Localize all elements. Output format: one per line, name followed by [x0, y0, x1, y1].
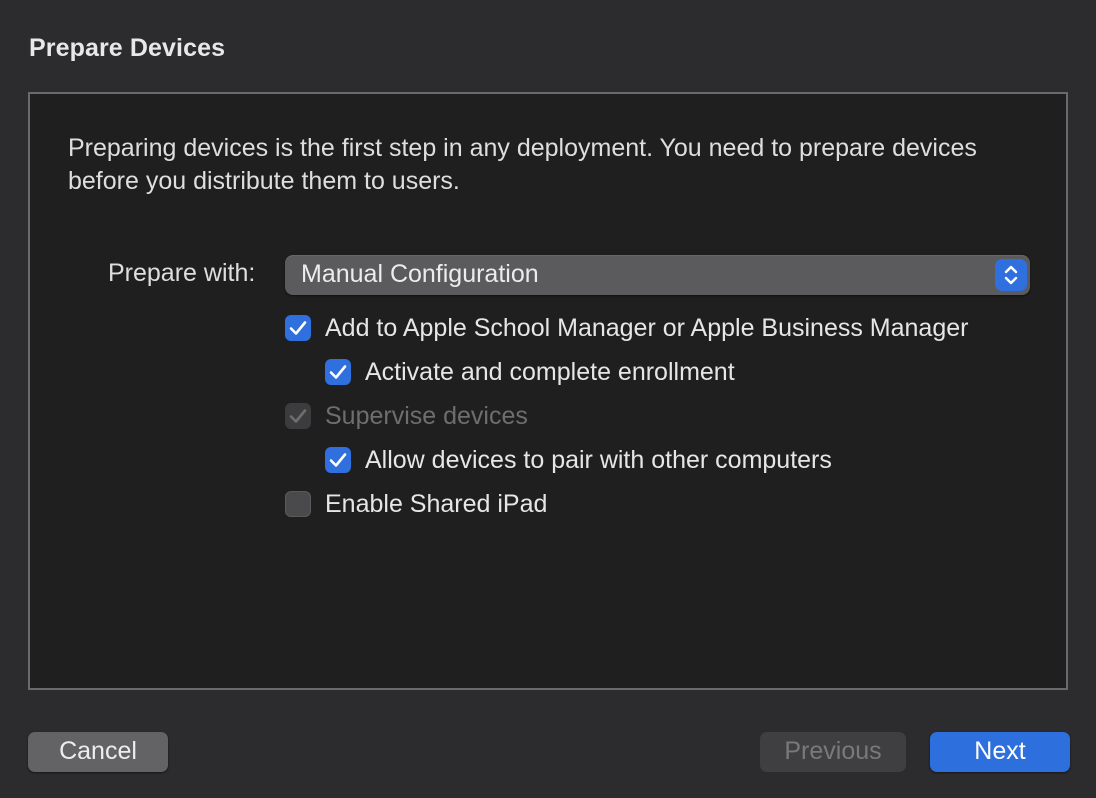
previous-button: Previous [760, 732, 906, 772]
allow-pair-label: Allow devices to pair with other compute… [365, 446, 832, 474]
checkmark-icon [289, 409, 307, 423]
shared-ipad-label: Enable Shared iPad [325, 490, 548, 518]
cancel-button[interactable]: Cancel [28, 732, 168, 772]
allow-pair-checkbox[interactable] [325, 447, 351, 473]
prepare-with-label: Prepare with: [108, 259, 256, 287]
next-button[interactable]: Next [930, 732, 1070, 772]
sheet-title: Prepare Devices [29, 34, 226, 62]
prepare-with-popup[interactable]: Manual Configuration [285, 255, 1030, 295]
add-to-manager-checkbox[interactable] [285, 315, 311, 341]
shared-ipad-checkbox[interactable] [285, 491, 311, 517]
content-panel: Preparing devices is the first step in a… [28, 92, 1068, 690]
supervise-devices-checkbox [285, 403, 311, 429]
activate-enrollment-checkbox[interactable] [325, 359, 351, 385]
supervise-devices-label: Supervise devices [325, 402, 528, 430]
checkmark-icon [289, 321, 307, 335]
activate-enrollment-label: Activate and complete enrollment [365, 358, 735, 386]
prepare-with-value: Manual Configuration [301, 260, 539, 288]
chevron-up-down-icon [995, 259, 1027, 291]
add-to-manager-label: Add to Apple School Manager or Apple Bus… [325, 314, 969, 342]
checkmark-icon [329, 365, 347, 379]
checkmark-icon [329, 453, 347, 467]
intro-text: Preparing devices is the first step in a… [68, 134, 977, 195]
